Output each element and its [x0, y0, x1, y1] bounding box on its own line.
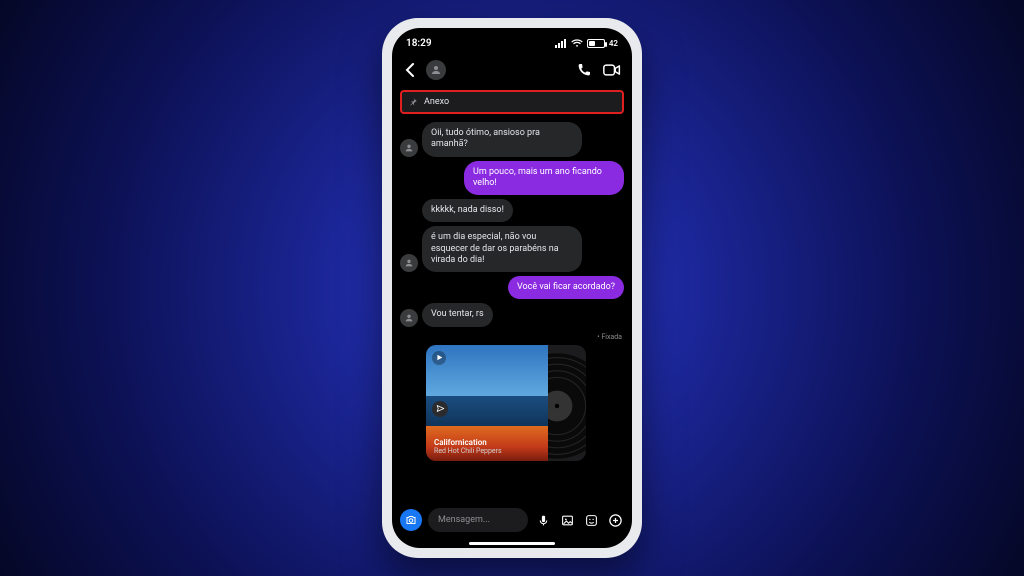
- play-icon[interactable]: [432, 351, 446, 365]
- status-time: 18:29: [406, 38, 432, 49]
- chat-header: [392, 54, 632, 86]
- cellular-icon: [555, 39, 567, 48]
- msg-avatar: [400, 139, 418, 157]
- plus-icon[interactable]: [606, 511, 624, 529]
- message-bubble[interactable]: é um dia especial, não vou esquecer de d…: [422, 226, 582, 272]
- message-row: Vou tentar, rs: [400, 303, 624, 326]
- media-artist: Red Hot Chili Peppers: [434, 447, 546, 455]
- pinned-banner[interactable]: Anexo: [400, 90, 624, 114]
- mic-icon[interactable]: [534, 511, 552, 529]
- message-bubble[interactable]: Um pouco, mais um ano ficando velho!: [464, 161, 624, 196]
- message-row: Você vai ficar acordado?: [400, 276, 624, 299]
- message-row: é um dia especial, não vou esquecer de d…: [400, 226, 624, 272]
- back-button[interactable]: [402, 62, 418, 78]
- media-caption: Californication Red Hot Chili Peppers: [434, 438, 546, 455]
- composer: Mensagem...: [392, 504, 632, 538]
- camera-button[interactable]: [400, 509, 422, 531]
- messages-list[interactable]: Oii, tudo ótimo, ansioso pra amanhã? Um …: [392, 116, 632, 504]
- message-row: Um pouco, mais um ano ficando velho!: [400, 161, 624, 196]
- contact-avatar[interactable]: [426, 60, 446, 80]
- message-bubble[interactable]: Oii, tudo ótimo, ansioso pra amanhã?: [422, 122, 582, 157]
- call-button[interactable]: [574, 60, 594, 80]
- message-input[interactable]: Mensagem...: [428, 508, 528, 532]
- sticker-icon[interactable]: [582, 511, 600, 529]
- phone-frame: 18:29 42: [382, 18, 642, 558]
- video-button[interactable]: [602, 60, 622, 80]
- image-icon[interactable]: [558, 511, 576, 529]
- battery-pct: 42: [609, 39, 618, 48]
- pinned-label: Anexo: [424, 97, 449, 107]
- message-row: kkkkk, nada disso!: [400, 199, 624, 222]
- pin-icon: [408, 97, 418, 107]
- home-indicator: [392, 538, 632, 548]
- share-icon[interactable]: [432, 401, 448, 417]
- battery-icon: [587, 39, 605, 48]
- message-bubble[interactable]: kkkkk, nada disso!: [422, 199, 513, 222]
- wifi-icon: [571, 39, 583, 48]
- message-placeholder: Mensagem...: [438, 515, 490, 525]
- media-title: Californication: [434, 438, 546, 447]
- media-pinned-label: • Fixada: [400, 333, 622, 341]
- media-card[interactable]: Californication Red Hot Chili Peppers: [426, 345, 586, 461]
- message-bubble[interactable]: Vou tentar, rs: [422, 303, 493, 326]
- status-right: 42: [555, 39, 618, 48]
- msg-avatar: [400, 309, 418, 327]
- status-bar: 18:29 42: [392, 32, 632, 54]
- message-row: Oii, tudo ótimo, ansioso pra amanhã?: [400, 122, 624, 157]
- msg-avatar: [400, 254, 418, 272]
- message-bubble[interactable]: Você vai ficar acordado?: [508, 276, 624, 299]
- screen: 18:29 42: [392, 28, 632, 548]
